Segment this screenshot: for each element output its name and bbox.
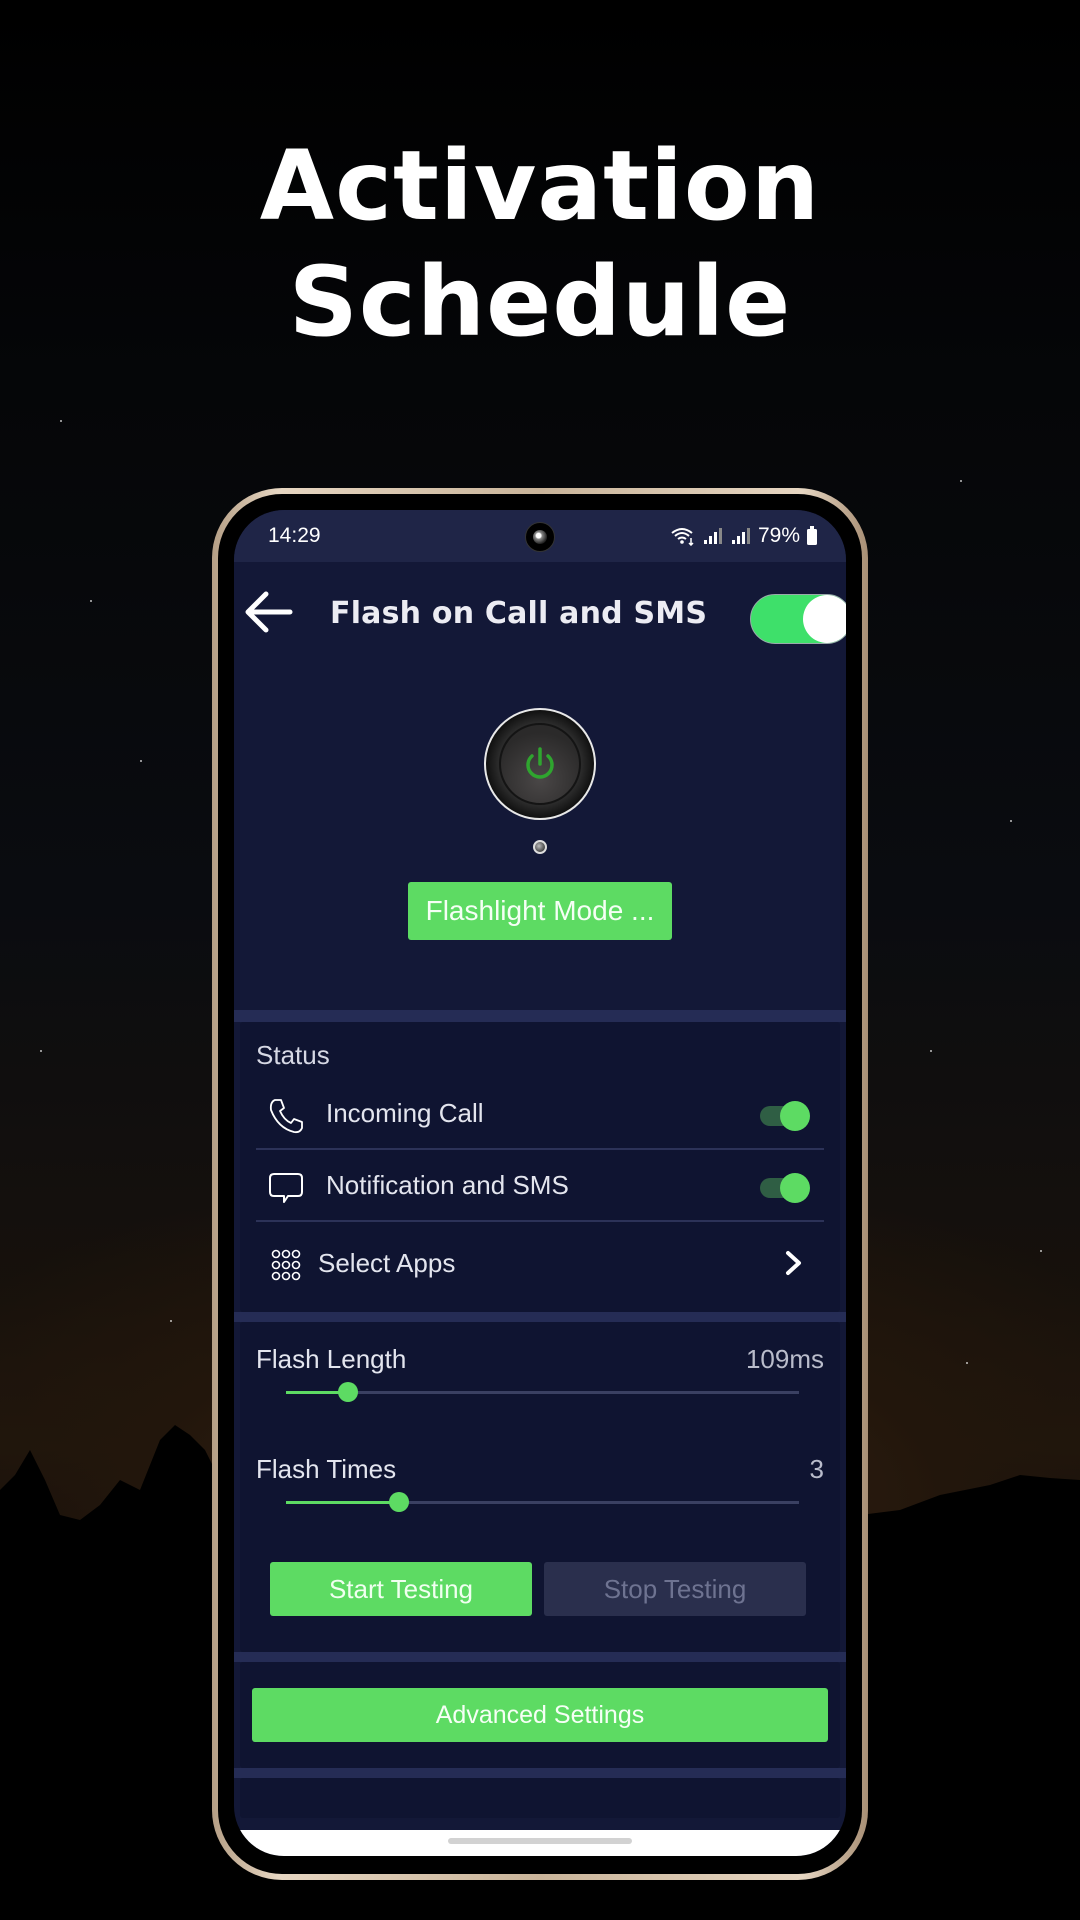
section-divider [234,1312,846,1322]
front-camera [525,522,555,552]
star [1040,1250,1042,1252]
slider-track [286,1391,799,1394]
power-button-face [499,723,581,805]
start-testing-button[interactable]: Start Testing [270,1562,532,1616]
star [140,760,142,762]
headline-line-1: Activation [259,130,821,242]
status-bar: 14:29 79% [234,510,846,562]
flash-times-value: 3 [809,1454,824,1484]
advanced-card: Advanced Settings [240,1662,840,1768]
toggle-knob [780,1101,810,1131]
slider-fill [286,1501,399,1504]
incoming-call-toggle[interactable] [760,1101,810,1131]
section-divider [234,1768,846,1778]
star [60,420,62,422]
section-divider [234,1652,846,1662]
star [930,1050,932,1052]
headline-line-2: Schedule [288,246,792,358]
next-card-partial [240,1778,840,1818]
power-icon [526,747,554,779]
status-heading: Status [256,1040,330,1070]
slider-thumb[interactable] [388,1492,409,1512]
power-button[interactable] [484,708,596,820]
star [170,1320,172,1322]
status-card: Status Incoming Call Notification and SM… [240,1022,840,1312]
phone-bezel: 14:29 79% Flash on Call and SMS Flashlig… [218,494,862,1874]
star [960,480,962,482]
app-header: Flash on Call and SMS [234,562,846,662]
section-divider [234,1010,846,1022]
status-time: 14:29 [268,524,321,547]
chevron-right-icon [786,1251,801,1275]
flash-times-slider[interactable] [286,1488,799,1518]
advanced-settings-button[interactable]: Advanced Settings [252,1688,828,1742]
wifi-icon [671,528,694,546]
flash-settings-card: Flash Length 109ms Flash Times 3 Start T… [240,1322,840,1652]
signal-icon [731,528,750,544]
master-toggle[interactable] [750,594,846,644]
notification-sms-row[interactable]: Notification and SMS [256,1150,824,1220]
star [1010,820,1012,822]
toggle-knob [803,595,846,643]
row-divider [256,1220,824,1222]
indicator-led [533,840,547,854]
arrow-left-icon [245,591,293,633]
phone-frame: 14:29 79% Flash on Call and SMS Flashlig… [212,488,868,1880]
flash-length-value: 109ms [745,1344,824,1374]
incoming-call-row[interactable]: Incoming Call [256,1078,824,1148]
gesture-nav-bar [234,1830,846,1856]
notification-sms-toggle[interactable] [760,1173,810,1203]
flash-length-slider[interactable] [286,1378,799,1408]
signal-icon [703,528,722,544]
phone-screen: 14:29 79% Flash on Call and SMS Flashlig… [234,510,846,1856]
flashlight-mode-button[interactable]: Flashlight Mode ... [408,882,672,940]
star [966,1362,968,1364]
message-icon [269,1173,303,1203]
star [40,1050,42,1052]
incoming-call-label: Incoming Call [326,1098,484,1128]
status-icons: 79% [670,524,818,548]
select-apps-row[interactable]: Select Apps [256,1228,824,1298]
select-apps-label: Select Apps [318,1248,456,1278]
battery-icon [807,526,817,545]
back-button[interactable] [240,586,300,638]
power-button-ring [484,708,596,820]
flash-length-label: Flash Length [256,1344,407,1374]
notification-sms-label: Notification and SMS [326,1170,569,1200]
promo-headline: Activation Schedule [0,128,1080,360]
flash-times-label: Flash Times [256,1454,397,1484]
home-handle[interactable] [448,1838,632,1844]
apps-grid-icon [271,1249,301,1281]
slider-thumb[interactable] [337,1382,358,1402]
stop-testing-button[interactable]: Stop Testing [544,1562,806,1616]
toggle-knob [780,1173,810,1203]
battery-percent: 79% [757,524,800,547]
page-title: Flash on Call and SMS [330,596,708,631]
star [90,600,92,602]
phone-icon [269,1099,303,1134]
